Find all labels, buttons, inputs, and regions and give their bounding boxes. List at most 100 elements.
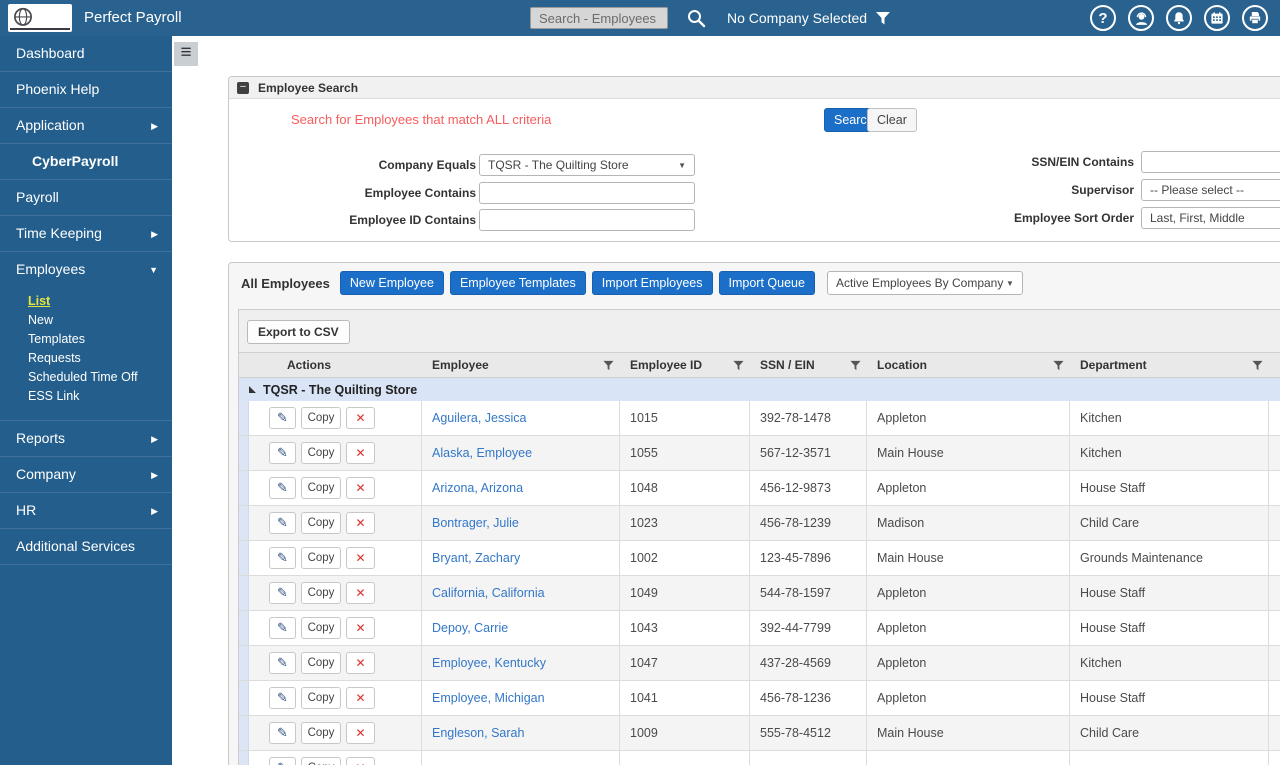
copy-button[interactable]: Copy xyxy=(301,757,341,765)
sidebar-toggle-button[interactable]: ≡ xyxy=(174,42,198,66)
global-search-input[interactable] xyxy=(530,7,668,29)
location-cell: Madison xyxy=(867,506,1070,540)
ssn-cell: 544-78-1597 xyxy=(750,576,867,610)
edit-button[interactable]: ✎ xyxy=(269,687,296,709)
copy-button[interactable]: Copy xyxy=(301,582,341,604)
employee-link[interactable]: Alaska, Employee xyxy=(422,446,532,460)
sidebar-item-employees[interactable]: Employees▼ xyxy=(0,252,172,288)
sidebar-item-company[interactable]: Company▶ xyxy=(0,457,172,493)
edit-button[interactable]: ✎ xyxy=(269,722,296,744)
notifications-button[interactable] xyxy=(1166,5,1192,31)
employee-link[interactable]: Arizona, Arizona xyxy=(422,481,523,495)
delete-button[interactable]: ✕ xyxy=(346,757,375,765)
import-employees-button[interactable]: Import Employees xyxy=(592,271,713,295)
submenu-item-new[interactable]: New xyxy=(28,311,172,330)
employee-id-cell: 1041 xyxy=(620,681,750,715)
employee-sort-order-select[interactable]: Last, First, Middle ▼ xyxy=(1141,207,1280,229)
submenu-item-ess-link[interactable]: ESS Link xyxy=(28,387,172,406)
sidebar-item-cyberpayroll[interactable]: CyberPayroll xyxy=(0,144,172,180)
delete-button[interactable]: ✕ xyxy=(346,407,375,429)
filter-icon[interactable] xyxy=(603,360,614,371)
ssn-ein-contains-input[interactable] xyxy=(1141,151,1280,173)
new-employee-button[interactable]: New Employee xyxy=(340,271,444,295)
table-row: ✎ Copy ✕ Employee, Kentucky 1047 437-28-… xyxy=(239,646,1280,681)
submenu-item-requests[interactable]: Requests xyxy=(28,349,172,368)
delete-button[interactable]: ✕ xyxy=(346,477,375,499)
copy-button[interactable]: Copy xyxy=(301,407,341,429)
sidebar-item-payroll[interactable]: Payroll xyxy=(0,180,172,216)
edit-button[interactable]: ✎ xyxy=(269,617,296,639)
delete-button[interactable]: ✕ xyxy=(346,687,375,709)
delete-button[interactable]: ✕ xyxy=(346,652,375,674)
help-button[interactable]: ? xyxy=(1090,5,1116,31)
clear-button[interactable]: Clear xyxy=(867,108,917,132)
submenu-item-list[interactable]: List xyxy=(28,292,172,311)
filter-icon[interactable] xyxy=(733,360,744,371)
ssn-cell: 555-78-4512 xyxy=(750,716,867,750)
delete-button[interactable]: ✕ xyxy=(346,722,375,744)
edit-button[interactable]: ✎ xyxy=(269,547,296,569)
search-icon[interactable] xyxy=(686,8,706,28)
filter-icon[interactable] xyxy=(1053,360,1064,371)
export-csv-button[interactable]: Export to CSV xyxy=(247,320,350,344)
delete-button[interactable]: ✕ xyxy=(346,547,375,569)
copy-button[interactable]: Copy xyxy=(301,687,341,709)
employee-link[interactable]: Aguilera, Jessica xyxy=(422,411,527,425)
sidebar-item-time-keeping[interactable]: Time Keeping▶ xyxy=(0,216,172,252)
employee-link[interactable]: Bontrager, Julie xyxy=(422,516,519,530)
sidebar-item-additional-services[interactable]: Additional Services xyxy=(0,529,172,565)
sidebar-item-phoenix-help[interactable]: Phoenix Help xyxy=(0,72,172,108)
sidebar-item-dashboard[interactable]: Dashboard xyxy=(0,36,172,72)
company-equals-select[interactable]: TQSR - The Quilting Store ▼ xyxy=(479,154,695,176)
edit-button[interactable]: ✎ xyxy=(269,582,296,604)
employee-contains-input[interactable] xyxy=(479,182,695,204)
employee-templates-button[interactable]: Employee Templates xyxy=(450,271,586,295)
copy-button[interactable]: Copy xyxy=(301,512,341,534)
edit-button[interactable]: ✎ xyxy=(269,652,296,674)
company-filter-icon[interactable] xyxy=(875,10,891,26)
supervisor-select[interactable]: -- Please select -- ▼ xyxy=(1141,179,1280,201)
edit-button[interactable]: ✎ xyxy=(269,442,296,464)
employee-link[interactable]: Engleson, Sarah xyxy=(422,726,524,740)
edit-button[interactable]: ✎ xyxy=(269,477,296,499)
filter-icon[interactable] xyxy=(850,360,861,371)
edit-button[interactable]: ✎ xyxy=(269,407,296,429)
employee-link[interactable]: California, California xyxy=(422,586,545,600)
x-icon: ✕ xyxy=(355,656,365,670)
delete-button[interactable]: ✕ xyxy=(346,442,375,464)
copy-button[interactable]: Copy xyxy=(301,617,341,639)
sidebar-item-application[interactable]: Application▶ xyxy=(0,108,172,144)
employee-view-select[interactable]: Active Employees By Company ▼ xyxy=(827,271,1023,295)
support-button[interactable] xyxy=(1128,5,1154,31)
pencil-icon: ✎ xyxy=(277,445,288,461)
delete-button[interactable]: ✕ xyxy=(346,512,375,534)
copy-button[interactable]: Copy xyxy=(301,477,341,499)
x-icon: ✕ xyxy=(355,446,365,460)
copy-button[interactable]: Copy xyxy=(301,722,341,744)
employee-link[interactable]: Bryant, Zachary xyxy=(422,551,520,565)
submenu-item-scheduled-time-off[interactable]: Scheduled Time Off xyxy=(28,368,172,387)
company-selector[interactable]: No Company Selected xyxy=(727,0,867,36)
employee-link[interactable]: Employee, Kentucky xyxy=(422,656,546,670)
copy-button[interactable]: Copy xyxy=(301,652,341,674)
employee-link[interactable]: Depoy, Carrie xyxy=(422,621,508,635)
employee-link[interactable]: Employee, Michigan xyxy=(422,691,545,705)
filter-icon[interactable] xyxy=(1252,360,1263,371)
copy-button[interactable]: Copy xyxy=(301,442,341,464)
collapse-panel-button[interactable]: – xyxy=(237,82,249,94)
panel-title: Employee Search xyxy=(258,81,358,95)
ssn-cell: 567-12-3571 xyxy=(750,436,867,470)
company-group-row[interactable]: TQSR - The Quilting Store xyxy=(239,378,1280,401)
delete-button[interactable]: ✕ xyxy=(346,617,375,639)
sidebar-item-hr[interactable]: HR▶ xyxy=(0,493,172,529)
import-queue-button[interactable]: Import Queue xyxy=(719,271,815,295)
copy-button[interactable]: Copy xyxy=(301,547,341,569)
employee-id-contains-input[interactable] xyxy=(479,209,695,231)
submenu-item-templates[interactable]: Templates xyxy=(28,330,172,349)
sidebar-item-reports[interactable]: Reports▶ xyxy=(0,421,172,457)
calendar-button[interactable] xyxy=(1204,5,1230,31)
edit-button[interactable]: ✎ xyxy=(269,512,296,534)
delete-button[interactable]: ✕ xyxy=(346,582,375,604)
print-button[interactable] xyxy=(1242,5,1268,31)
edit-button[interactable]: ✎ xyxy=(269,757,296,765)
